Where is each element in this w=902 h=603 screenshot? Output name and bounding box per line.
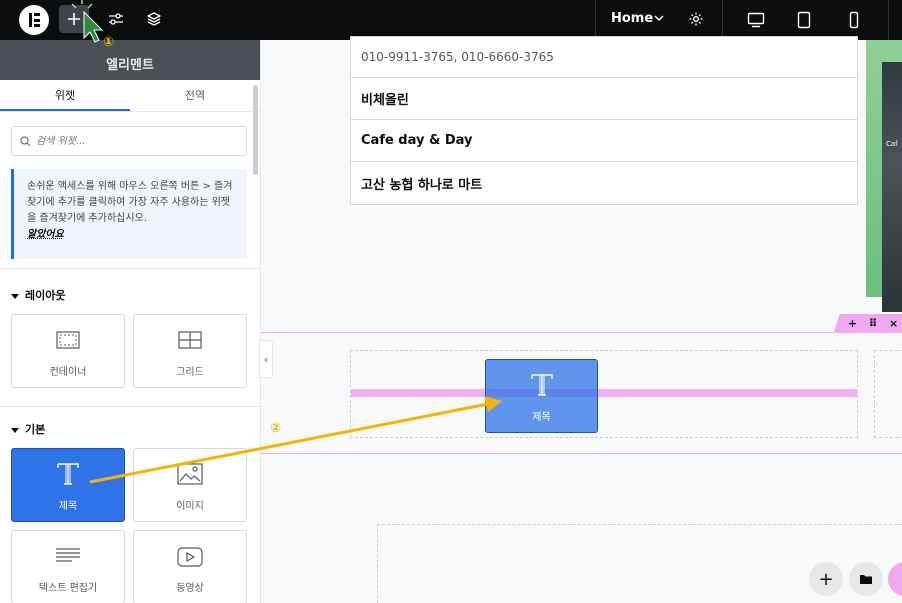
- step-badge-2: ②: [270, 421, 282, 436]
- cursor-icon: [83, 10, 104, 43]
- annotation-overlay: [71, 0, 502, 484]
- drag-arrow-head: [484, 396, 502, 412]
- click-burst-icon: [71, 0, 93, 9]
- drag-arrow-line: [89, 402, 489, 484]
- step-badge-1: ①: [103, 35, 115, 50]
